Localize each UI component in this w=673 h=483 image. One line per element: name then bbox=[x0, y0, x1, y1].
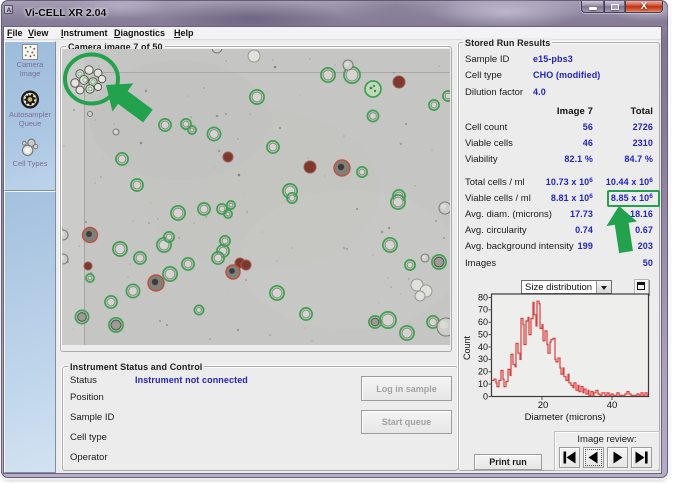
svg-text:40: 40 bbox=[607, 400, 618, 411]
svg-text:0: 0 bbox=[483, 392, 488, 402]
svg-text:10: 10 bbox=[478, 379, 488, 389]
svg-text:30: 30 bbox=[478, 354, 488, 364]
svg-text:Count: Count bbox=[462, 336, 472, 361]
svg-text:Diameter (microns): Diameter (microns) bbox=[525, 412, 606, 423]
svg-text:70: 70 bbox=[478, 305, 488, 315]
svg-text:40: 40 bbox=[478, 342, 488, 352]
svg-text:80: 80 bbox=[478, 292, 488, 302]
svg-text:20: 20 bbox=[478, 367, 488, 377]
svg-text:20: 20 bbox=[538, 400, 549, 411]
svg-text:50: 50 bbox=[478, 330, 488, 340]
svg-text:60: 60 bbox=[478, 317, 488, 327]
